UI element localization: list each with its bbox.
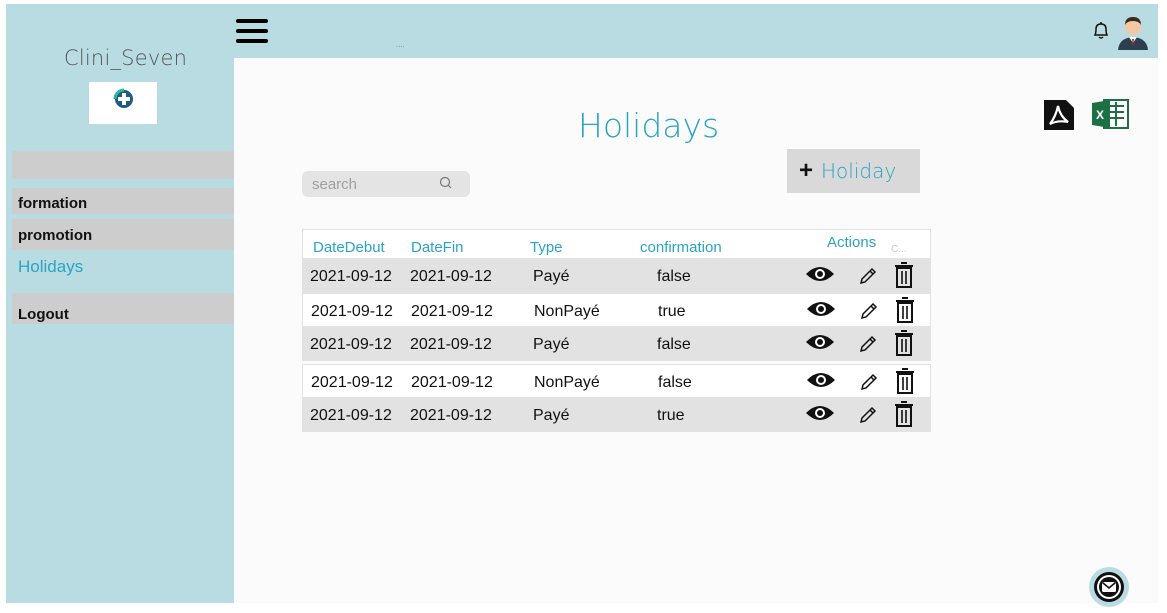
- column-header-actions: Actions: [827, 234, 877, 251]
- cell-datedebut: 2021-09-12: [310, 268, 392, 285]
- cell-type: Payé: [533, 407, 570, 424]
- holidays-table: DateDebut DateFin Type confirmation Acti…: [302, 229, 931, 435]
- topbar-dots: ....: [396, 40, 405, 49]
- table-row: 2021-09-12 2021-09-12 NonPayé false: [302, 364, 931, 398]
- column-header-datefin[interactable]: DateFin: [411, 239, 464, 256]
- table-row: 2021-09-12 2021-09-12 Payé false: [302, 259, 931, 293]
- search-icon[interactable]: [439, 176, 453, 190]
- mail-icon[interactable]: [1088, 566, 1130, 608]
- column-header-confirmation[interactable]: confirmation: [640, 239, 722, 256]
- cell-confirmation: false: [657, 268, 691, 285]
- sidebar-item-label[interactable]: formation: [18, 195, 87, 212]
- cell-type: Payé: [533, 336, 570, 353]
- page-title: Holidays: [578, 106, 720, 145]
- pencil-icon[interactable]: [857, 404, 879, 426]
- trash-icon[interactable]: [893, 400, 915, 428]
- pencil-icon[interactable]: [857, 333, 879, 355]
- brand-name: Clini_Seven: [64, 46, 188, 70]
- sidebar-item-holidays[interactable]: Holidays: [18, 257, 83, 277]
- cell-type: NonPayé: [534, 374, 600, 391]
- bell-icon[interactable]: [1090, 20, 1112, 42]
- cell-datefin: 2021-09-12: [411, 303, 493, 320]
- trash-icon[interactable]: [893, 329, 915, 357]
- brand-logo: [89, 82, 157, 124]
- column-header-ghost: C...: [891, 244, 907, 255]
- cell-datedebut: 2021-09-12: [311, 374, 393, 391]
- cell-confirmation: true: [657, 407, 685, 424]
- excel-icon[interactable]: X: [1090, 97, 1130, 131]
- cell-type: NonPayé: [534, 303, 600, 320]
- eye-icon[interactable]: [805, 403, 835, 423]
- eye-icon[interactable]: [806, 299, 836, 319]
- search-input[interactable]: [312, 175, 432, 193]
- pencil-icon[interactable]: [857, 265, 879, 287]
- cell-datedebut: 2021-09-12: [310, 407, 392, 424]
- medical-cross-logo-icon: [113, 88, 133, 108]
- hamburger-menu-icon[interactable]: [236, 19, 268, 43]
- add-holiday-label: Holiday: [821, 159, 897, 183]
- search-box: [302, 171, 470, 197]
- cell-type: Payé: [533, 268, 570, 285]
- sidebar-blank-bar: [12, 151, 234, 179]
- pencil-icon[interactable]: [858, 371, 880, 393]
- eye-icon[interactable]: [805, 332, 835, 352]
- top-bar: [234, 4, 1158, 58]
- table-header: DateDebut DateFin Type confirmation Acti…: [302, 229, 931, 259]
- logout-label[interactable]: Logout: [18, 306, 69, 323]
- add-holiday-button[interactable]: + Holiday: [787, 149, 920, 193]
- cell-datefin: 2021-09-12: [410, 336, 492, 353]
- sidebar-item-label[interactable]: promotion: [18, 227, 92, 244]
- cell-datefin: 2021-09-12: [410, 407, 492, 424]
- trash-icon[interactable]: [894, 296, 916, 324]
- table-row: 2021-09-12 2021-09-12 NonPayé true: [302, 293, 931, 327]
- eye-icon[interactable]: [805, 264, 835, 284]
- cell-confirmation: false: [658, 374, 692, 391]
- cell-datedebut: 2021-09-12: [310, 336, 392, 353]
- cell-datedebut: 2021-09-12: [311, 303, 393, 320]
- column-header-datedebut[interactable]: DateDebut: [313, 239, 385, 256]
- cell-datefin: 2021-09-12: [411, 374, 493, 391]
- pdf-icon[interactable]: [1042, 98, 1076, 132]
- pencil-icon[interactable]: [858, 300, 880, 322]
- column-header-type[interactable]: Type: [530, 239, 563, 256]
- table-row: 2021-09-12 2021-09-12 Payé true: [302, 398, 931, 432]
- cell-datefin: 2021-09-12: [410, 268, 492, 285]
- trash-icon[interactable]: [893, 261, 915, 289]
- cell-confirmation: false: [657, 336, 691, 353]
- table-row: 2021-09-12 2021-09-12 Payé false: [302, 327, 931, 361]
- cell-confirmation: true: [658, 303, 686, 320]
- user-avatar-icon[interactable]: [1114, 12, 1152, 50]
- plus-icon: +: [799, 157, 814, 184]
- eye-icon[interactable]: [806, 370, 836, 390]
- svg-text:X: X: [1096, 108, 1104, 122]
- trash-icon[interactable]: [894, 367, 916, 395]
